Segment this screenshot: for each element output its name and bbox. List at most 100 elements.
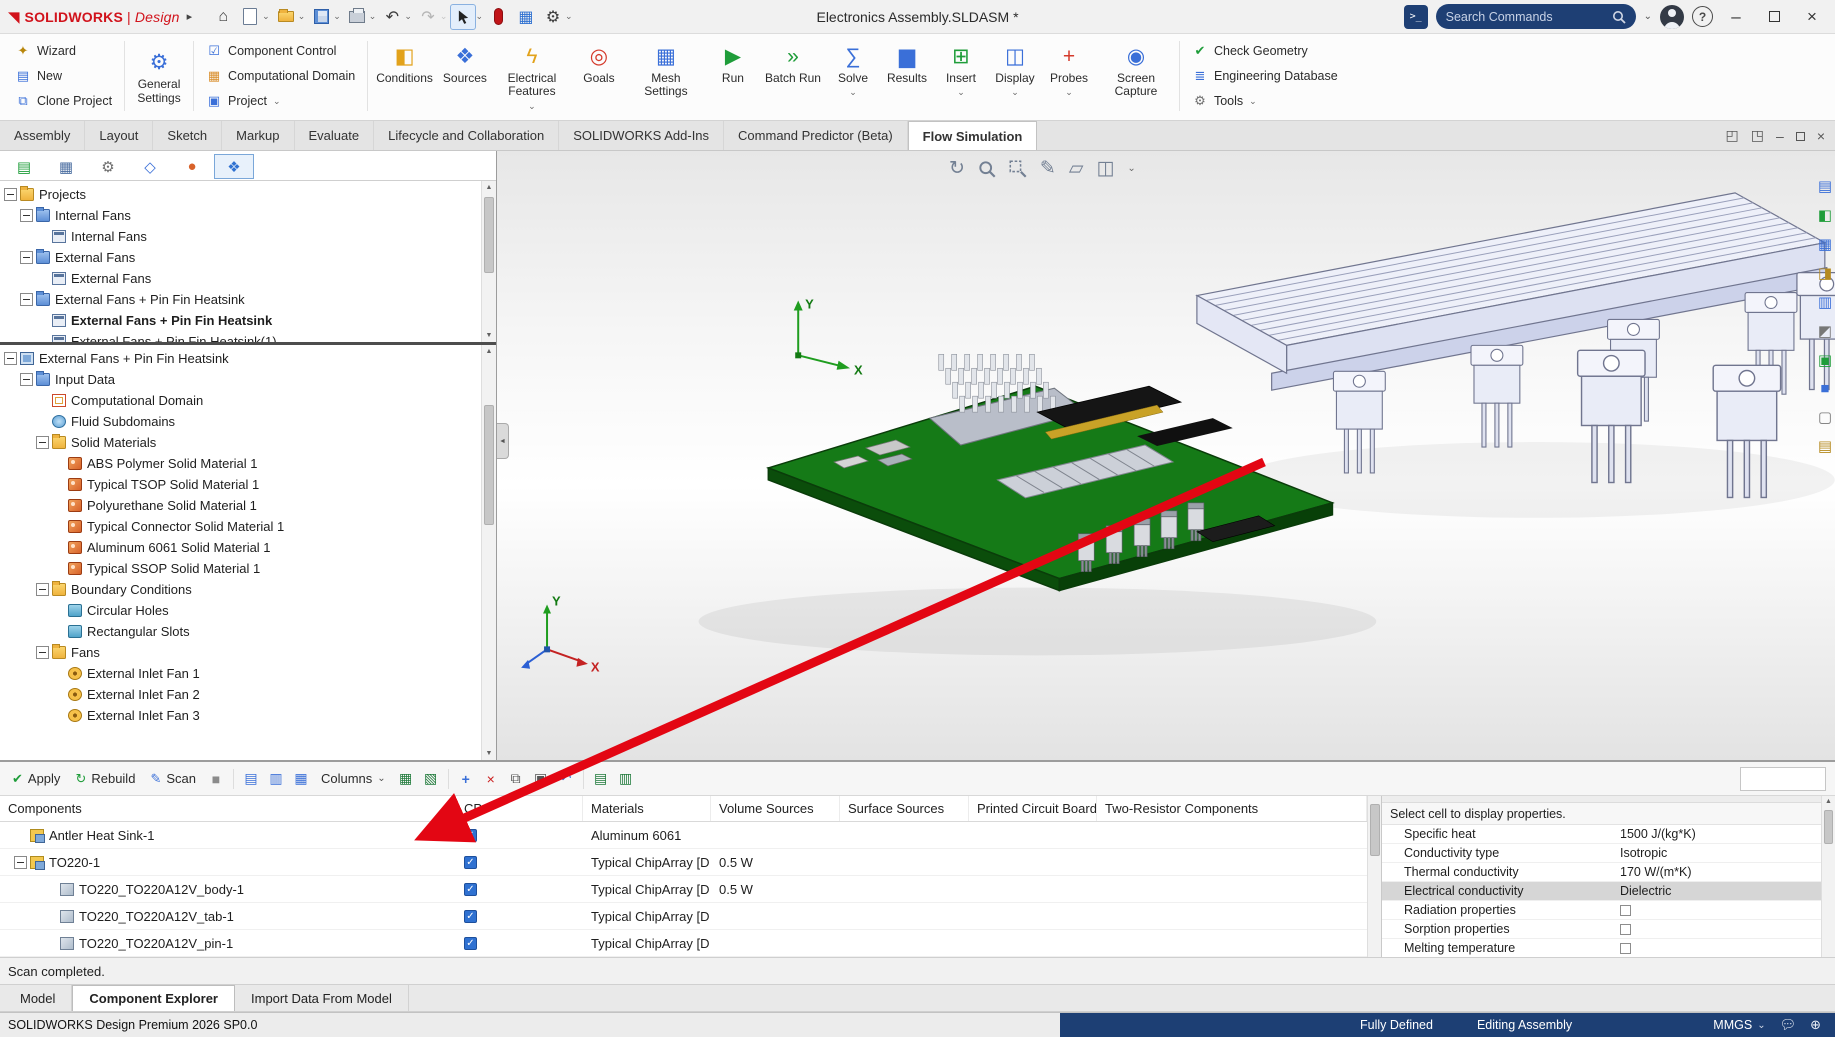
component-row-to220-to220a12v-body-1[interactable]: TO220_TO220A12V_body-1Typical ChipArray … (0, 876, 1367, 903)
rebuild-button[interactable]: ↻Rebuild (68, 768, 142, 790)
tools-button[interactable]: ⚙Tools⌄ (1187, 90, 1343, 112)
delete-icon[interactable]: × (479, 767, 503, 791)
columns-dropdown[interactable]: Columns⌄ (314, 768, 393, 789)
clone-project-button[interactable]: ⧉Clone Project (10, 90, 117, 112)
collapse-toggle-icon[interactable] (20, 209, 33, 222)
tree-item-external-inlet-fan-2[interactable]: External Inlet Fan 2 (2, 684, 478, 705)
surface-source-cell[interactable] (840, 849, 969, 875)
zoom-fit-icon[interactable] (978, 160, 996, 178)
ribbon-sources-button[interactable]: ❖Sources (438, 39, 492, 113)
general-settings-button[interactable]: ⚙ General Settings (128, 45, 190, 107)
chevron-down-icon[interactable]: ⌄ (1127, 163, 1135, 174)
tree-item-internal-fans[interactable]: Internal Fans (2, 205, 478, 226)
mouse-gesture-icon[interactable] (486, 4, 512, 30)
surface-source-cell[interactable] (840, 930, 969, 956)
chevron-down-icon[interactable]: ⌄ (565, 11, 573, 22)
command-console-icon[interactable]: >_ (1404, 5, 1428, 29)
tree-item-external-fans-pin-fin-heatsink[interactable]: External Fans + Pin Fin Heatsink (2, 289, 478, 310)
property-row-radiation-properties[interactable]: Radiation properties (1382, 901, 1835, 920)
surface-source-cell[interactable] (840, 822, 969, 848)
material-cell[interactable]: Aluminum 6061 (583, 822, 711, 848)
tab-lifecycle-and-collaboration[interactable]: Lifecycle and Collaboration (374, 121, 559, 150)
wizard-button[interactable]: ✦Wizard (10, 40, 117, 62)
scroll-thumb[interactable] (1824, 810, 1833, 844)
flow-simulation-tab-icon[interactable]: ❖ (214, 154, 254, 179)
scan-button[interactable]: ✎Scan (143, 768, 203, 790)
displaymanager-tab-icon[interactable]: ● (172, 154, 212, 179)
tree-item-abs-polymer-solid-material-1[interactable]: ABS Polymer Solid Material 1 (2, 453, 478, 474)
volume-source-cell[interactable] (711, 930, 840, 956)
configurationmanager-tab-icon[interactable]: ⚙ (88, 154, 128, 179)
undo-icon[interactable]: ↶ (379, 4, 405, 30)
view-orientation-icon[interactable]: ▱ (1069, 157, 1084, 180)
two-resistor-cell[interactable] (1097, 876, 1367, 902)
printed-circuit-board-cell[interactable] (969, 930, 1097, 956)
tab-layout[interactable]: Layout (85, 121, 153, 150)
column-settings-icon[interactable]: ▦ (289, 767, 313, 791)
tab-component-explorer[interactable]: Component Explorer (72, 985, 235, 1011)
chevron-down-icon[interactable]: ⌄ (298, 11, 306, 22)
ribbon-goals-button[interactable]: ◎Goals (572, 39, 626, 113)
chevron-down-icon[interactable]: ⌄ (404, 11, 412, 22)
component-row-antler-heat-sink-1[interactable]: Antler Heat Sink-1Aluminum 6061 (0, 822, 1367, 849)
scroll-up-icon[interactable]: ▲ (486, 184, 493, 191)
scroll-up-icon[interactable]: ▲ (486, 348, 493, 355)
property-checkbox[interactable] (1620, 924, 1631, 935)
view-palette-icon[interactable]: ◨ (1818, 264, 1832, 282)
appearances-icon[interactable]: ▥ (1818, 293, 1832, 311)
tree-item-external-inlet-fan-1[interactable]: External Inlet Fan 1 (2, 663, 478, 684)
ribbon-electrical-features-button[interactable]: ϟElectrical Features⌄ (492, 39, 572, 113)
project-button[interactable]: ▣Project⌄ (201, 90, 360, 112)
property-row-electrical-conductivity[interactable]: Electrical conductivityDielectric (1382, 882, 1835, 901)
collapse-toggle-icon[interactable] (20, 373, 33, 386)
tab-evaluate[interactable]: Evaluate (295, 121, 375, 150)
units-selector[interactable]: MMGS⌄ (1713, 1018, 1765, 1032)
ribbon-batch-run-button[interactable]: »Batch Run (760, 39, 826, 113)
panel-splitter-handle[interactable]: ◄ (497, 423, 509, 459)
import-excel-icon[interactable]: ▧ (419, 767, 443, 791)
close-icon[interactable]: × (1797, 3, 1827, 31)
ribbon-conditions-button[interactable]: ◧Conditions (371, 39, 438, 113)
search-icon[interactable] (1612, 10, 1626, 24)
logo-flyout-arrow[interactable]: ▸ (187, 10, 193, 23)
printed-circuit-board-cell[interactable] (969, 876, 1097, 902)
float-pane-icon[interactable]: ◳ (1751, 127, 1764, 144)
collapse-toggle-icon[interactable] (4, 188, 17, 201)
tree-item-external-inlet-fan-3[interactable]: External Inlet Fan 3 (2, 705, 478, 726)
property-row-thermal-conductivity[interactable]: Thermal conductivity170 W/(m*K) (1382, 863, 1835, 882)
ribbon-mesh-settings-button[interactable]: ▦Mesh Settings (626, 39, 706, 113)
ribbon-results-button[interactable]: ▆Results (880, 39, 934, 113)
filter-input[interactable] (1740, 767, 1826, 791)
measure-icon[interactable]: ✎ (1040, 157, 1056, 180)
home-icon[interactable]: ⌂ (210, 4, 236, 30)
copy-icon[interactable]: ⧉ (504, 767, 528, 791)
property-row-sorption-properties[interactable]: Sorption properties (1382, 920, 1835, 939)
minimize-icon[interactable]: – (1721, 3, 1751, 31)
tree-item-external-fans[interactable]: External Fans (2, 268, 478, 289)
featuremanager-tab-icon[interactable]: ▤ (4, 154, 44, 179)
rotate-view-icon[interactable]: ↻ (949, 157, 965, 180)
close-pane-icon[interactable]: × (1817, 128, 1825, 144)
tree-item-aluminum-6061-solid-material-1[interactable]: Aluminum 6061 Solid Material 1 (2, 537, 478, 558)
apply-button[interactable]: ✔Apply (5, 768, 67, 790)
table-export-icon[interactable]: ▤ (589, 767, 613, 791)
expand-rows-icon[interactable]: ▤ (239, 767, 263, 791)
zoom-area-icon[interactable] (1009, 160, 1027, 178)
two-resistor-cell[interactable] (1097, 822, 1367, 848)
new-project-button[interactable]: ▤New (10, 65, 117, 87)
ribbon-insert-button[interactable]: ⊞Insert⌄ (934, 39, 988, 113)
ribbon-solve-button[interactable]: ∑Solve⌄ (826, 39, 880, 113)
tab-command-predictor-beta[interactable]: Command Predictor (Beta) (724, 121, 908, 150)
component-control-button[interactable]: ☑Component Control (201, 40, 360, 62)
collapse-toggle-icon[interactable] (36, 646, 49, 659)
collapse-toggle-icon[interactable] (4, 352, 17, 365)
search-commands-box[interactable]: Search Commands (1436, 4, 1636, 29)
restore-pane-icon[interactable] (1796, 128, 1805, 144)
options-gear-icon[interactable]: ⚙ (540, 4, 566, 30)
computational-domain-button[interactable]: ▦Computational Domain (201, 65, 360, 87)
new-document-icon[interactable] (237, 4, 263, 30)
help-icon[interactable]: ? (1692, 6, 1713, 27)
collapse-toggle-icon[interactable] (20, 251, 33, 264)
projects-tree-scrollbar[interactable]: ▲▼ (481, 181, 496, 342)
tree-item-external-fans-pin-fin-heatsink[interactable]: External Fans + Pin Fin Heatsink (2, 310, 478, 331)
